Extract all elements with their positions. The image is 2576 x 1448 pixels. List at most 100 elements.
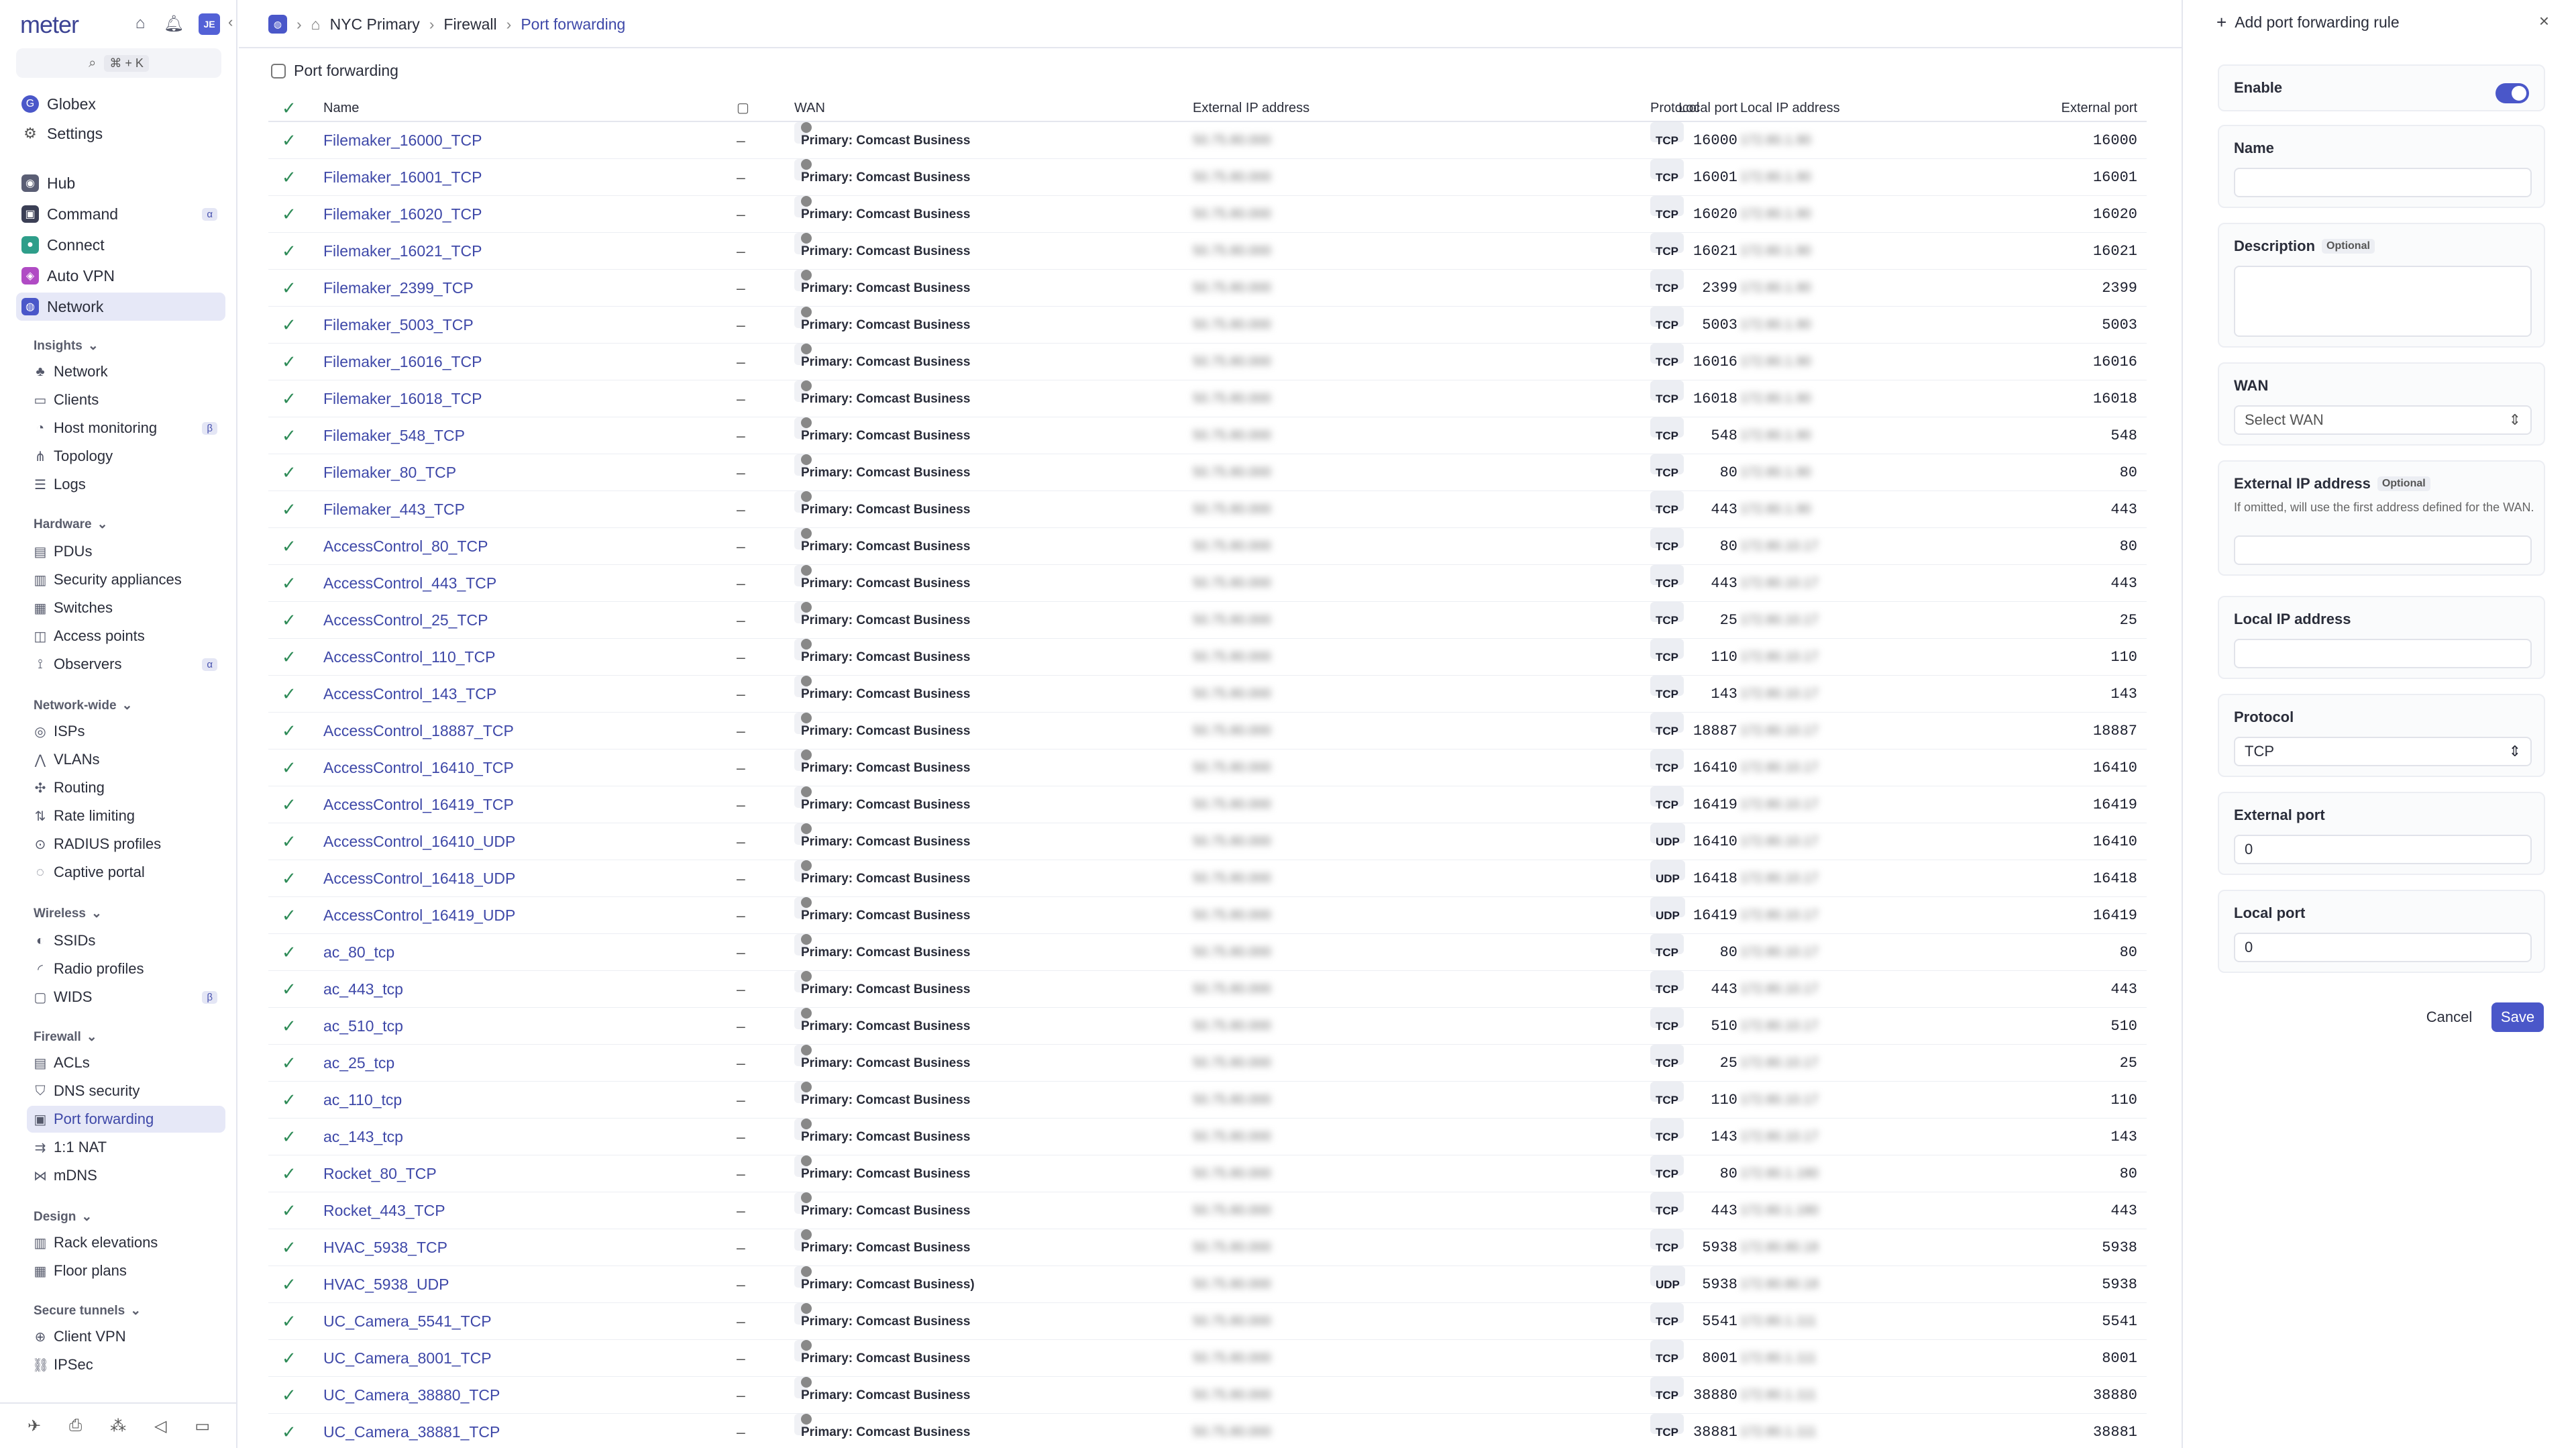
sidebar-item-rate-limiting[interactable]: ⇅ Rate limiting <box>27 803 225 829</box>
sidebar-item-pdus[interactable]: ▤ PDUs <box>27 538 225 565</box>
sidebar-item-vlans[interactable]: ⋀ VLANs <box>27 746 225 773</box>
table-row[interactable]: ✓ ac_143_tcp – Primary: Comcast Business 50.… <box>268 1119 2147 1155</box>
rule-name-link[interactable]: AccessControl_143_TCP <box>323 676 496 713</box>
save-button[interactable]: Save <box>2491 1002 2544 1032</box>
col-local-ip[interactable]: Local IP address <box>1740 94 1840 122</box>
group-network-wide[interactable]: Network-wide ⌄ <box>34 698 132 713</box>
rule-name-link[interactable]: AccessControl_16419_TCP <box>323 786 514 823</box>
sidebar-item-security-appliances[interactable]: ▥ Security appliances <box>27 566 225 593</box>
user-avatar[interactable]: JE <box>199 13 220 35</box>
apps-icon[interactable]: ⁂ <box>110 1416 126 1436</box>
rule-name-link[interactable]: ac_110_tcp <box>323 1082 402 1119</box>
sidebar-item-acls[interactable]: ▤ ACLs <box>27 1049 225 1076</box>
sidebar-item-isps[interactable]: ◎ ISPs <box>27 718 225 745</box>
rule-name-link[interactable]: ac_25_tcp <box>323 1045 394 1082</box>
table-row[interactable]: ✓ Filemaker_80_TCP – Primary: Comcast Busin… <box>268 454 2147 491</box>
sidebar-item-network[interactable]: ♣ Network <box>27 358 225 385</box>
rule-name-link[interactable]: UC_Camera_8001_TCP <box>323 1340 492 1377</box>
sidebar-item-host-monitoring[interactable]: ◔ Host monitoring β <box>27 415 225 442</box>
table-row[interactable]: ✓ Filemaker_2399_TCP – Primary: Comcast Bus… <box>268 270 2147 307</box>
rule-name-link[interactable]: ac_510_tcp <box>323 1008 403 1045</box>
rule-name-link[interactable]: AccessControl_110_TCP <box>323 639 496 676</box>
sidebar-item-logs[interactable]: ☰ Logs <box>27 471 225 498</box>
inbox-icon[interactable]: ▭ <box>195 1416 210 1436</box>
sidebar-item-radius-profiles[interactable]: ⊙ RADIUS profiles <box>27 831 225 858</box>
sidebar-item-rack-elevations[interactable]: ▥ Rack elevations <box>27 1229 225 1256</box>
rule-name-link[interactable]: Filemaker_16021_TCP <box>323 233 482 270</box>
sidebar-item-routing[interactable]: ✣ Routing <box>27 774 225 801</box>
rule-name-link[interactable]: Rocket_80_TCP <box>323 1155 437 1192</box>
local-ip-input[interactable] <box>2234 639 2532 668</box>
rule-name-link[interactable]: AccessControl_16418_UDP <box>323 860 515 897</box>
table-row[interactable]: ✓ ac_510_tcp – Primary: Comcast Business 50.… <box>268 1008 2147 1045</box>
meter-logo[interactable]: meter <box>20 11 79 39</box>
table-row[interactable]: ✓ Filemaker_16020_TCP – Primary: Comcast Bu… <box>268 196 2147 233</box>
nav-auto-vpn[interactable]: ◈ Auto VPN <box>16 262 225 290</box>
sidebar-item-1-1-nat[interactable]: ⇉ 1:1 NAT <box>27 1134 225 1161</box>
table-row[interactable]: ✓ Filemaker_5003_TCP – Primary: Comcast Bus… <box>268 307 2147 344</box>
table-row[interactable]: ✓ Rocket_80_TCP – Primary: Comcast Business… <box>268 1155 2147 1192</box>
rule-name-link[interactable]: ac_143_tcp <box>323 1119 403 1155</box>
sidebar-item-port-forwarding[interactable]: ▣ Port forwarding <box>27 1106 225 1133</box>
table-row[interactable]: ✓ HVAC_5938_UDP – Primary: Comcast Business… <box>268 1266 2147 1303</box>
table-row[interactable]: ✓ ac_25_tcp – Primary: Comcast Business 50.7… <box>268 1045 2147 1082</box>
nav-hub[interactable]: ◉ Hub <box>16 169 225 197</box>
rule-name-link[interactable]: Filemaker_16018_TCP <box>323 380 482 417</box>
description-textarea[interactable] <box>2234 266 2532 337</box>
rule-name-link[interactable]: AccessControl_18887_TCP <box>323 713 514 749</box>
collapse-sidebar-icon[interactable]: ‹ <box>228 13 237 35</box>
col-wan[interactable]: WAN <box>794 94 825 122</box>
rule-name-link[interactable]: AccessControl_16410_TCP <box>323 749 514 786</box>
name-input[interactable] <box>2234 168 2532 197</box>
group-hardware[interactable]: Hardware ⌄ <box>34 517 108 532</box>
settings-link[interactable]: ⚙ Settings <box>16 119 225 148</box>
rule-name-link[interactable]: Filemaker_16001_TCP <box>323 159 482 196</box>
table-row[interactable]: ✓ Filemaker_16016_TCP – Primary: Comcast Bu… <box>268 344 2147 380</box>
rule-name-link[interactable]: Filemaker_16000_TCP <box>323 122 482 159</box>
table-row[interactable]: ✓ AccessControl_110_TCP – Primary: Comcast … <box>268 639 2147 676</box>
sidebar-item-access-points[interactable]: ◫ Access points <box>27 623 225 650</box>
table-row[interactable]: ✓ AccessControl_18887_TCP – Primary: Comcas… <box>268 713 2147 749</box>
table-row[interactable]: ✓ AccessControl_16419_TCP – Primary: Comcas… <box>268 786 2147 823</box>
table-row[interactable]: ✓ UC_Camera_5541_TCP – Primary: Comcast Bus… <box>268 1303 2147 1340</box>
group-firewall[interactable]: Firewall ⌄ <box>34 1029 97 1045</box>
table-row[interactable]: ✓ AccessControl_16419_UDP – Primary: Comcas… <box>268 897 2147 934</box>
network-home-icon[interactable]: ◍ <box>268 15 287 34</box>
rule-name-link[interactable]: ac_80_tcp <box>323 934 394 971</box>
table-row[interactable]: ✓ Filemaker_16018_TCP – Primary: Comcast Bu… <box>268 380 2147 417</box>
table-row[interactable]: ✓ AccessControl_16418_UDP – Primary: Comcas… <box>268 860 2147 897</box>
sidebar-item-dns-security[interactable]: ⛉ DNS security <box>27 1078 225 1104</box>
sidebar-item-radio-profiles[interactable]: ◜ Radio profiles <box>27 955 225 982</box>
sidebar-item-observers[interactable]: ⟟ Observers α <box>27 651 225 678</box>
table-row[interactable]: ✓ AccessControl_443_TCP – Primary: Comcast … <box>268 565 2147 602</box>
rule-name-link[interactable]: Filemaker_80_TCP <box>323 454 456 491</box>
group-design[interactable]: Design ⌄ <box>34 1209 92 1225</box>
nav-command[interactable]: ▣ Command α <box>16 200 225 228</box>
rule-name-link[interactable]: AccessControl_16419_UDP <box>323 897 515 934</box>
col-protocol[interactable]: Protocol <box>1650 94 1699 122</box>
rocket-icon[interactable]: ✈ <box>28 1416 41 1436</box>
group-insights[interactable]: Insights ⌄ <box>34 338 99 354</box>
nav-connect[interactable]: ● Connect <box>16 231 225 259</box>
rule-name-link[interactable]: AccessControl_443_TCP <box>323 565 496 602</box>
table-row[interactable]: ✓ UC_Camera_38881_TCP – Primary: Comcast Bu… <box>268 1414 2147 1448</box>
table-row[interactable]: ✓ AccessControl_16410_UDP – Primary: Comcas… <box>268 823 2147 860</box>
rule-name-link[interactable]: Rocket_443_TCP <box>323 1192 445 1229</box>
col-name[interactable]: Name <box>323 94 359 122</box>
group-wireless[interactable]: Wireless ⌄ <box>34 906 102 921</box>
rule-name-link[interactable]: Filemaker_2399_TCP <box>323 270 474 307</box>
rule-name-link[interactable]: UC_Camera_38881_TCP <box>323 1414 500 1448</box>
table-row[interactable]: ✓ Filemaker_548_TCP – Primary: Comcast Busi… <box>268 417 2147 454</box>
table-row[interactable]: ✓ AccessControl_25_TCP – Primary: Comcast B… <box>268 602 2147 639</box>
table-row[interactable]: ✓ UC_Camera_38880_TCP – Primary: Comcast Bu… <box>268 1377 2147 1414</box>
sidebar-item-mdns[interactable]: ⋈ mDNS <box>27 1162 225 1189</box>
rule-name-link[interactable]: AccessControl_16410_UDP <box>323 823 515 860</box>
local-port-input[interactable]: 0 <box>2234 933 2532 962</box>
org-switcher[interactable]: G Globex <box>16 90 225 118</box>
rule-name-link[interactable]: HVAC_5938_TCP <box>323 1229 447 1266</box>
nav-network[interactable]: ◍ Network <box>16 293 225 321</box>
table-row[interactable]: ✓ Filemaker_16021_TCP – Primary: Comcast Bu… <box>268 233 2147 270</box>
table-row[interactable]: ✓ Filemaker_16001_TCP – Primary: Comcast Bu… <box>268 159 2147 196</box>
rule-name-link[interactable]: ac_443_tcp <box>323 971 403 1008</box>
col-external-port[interactable]: External port <box>2061 94 2137 122</box>
